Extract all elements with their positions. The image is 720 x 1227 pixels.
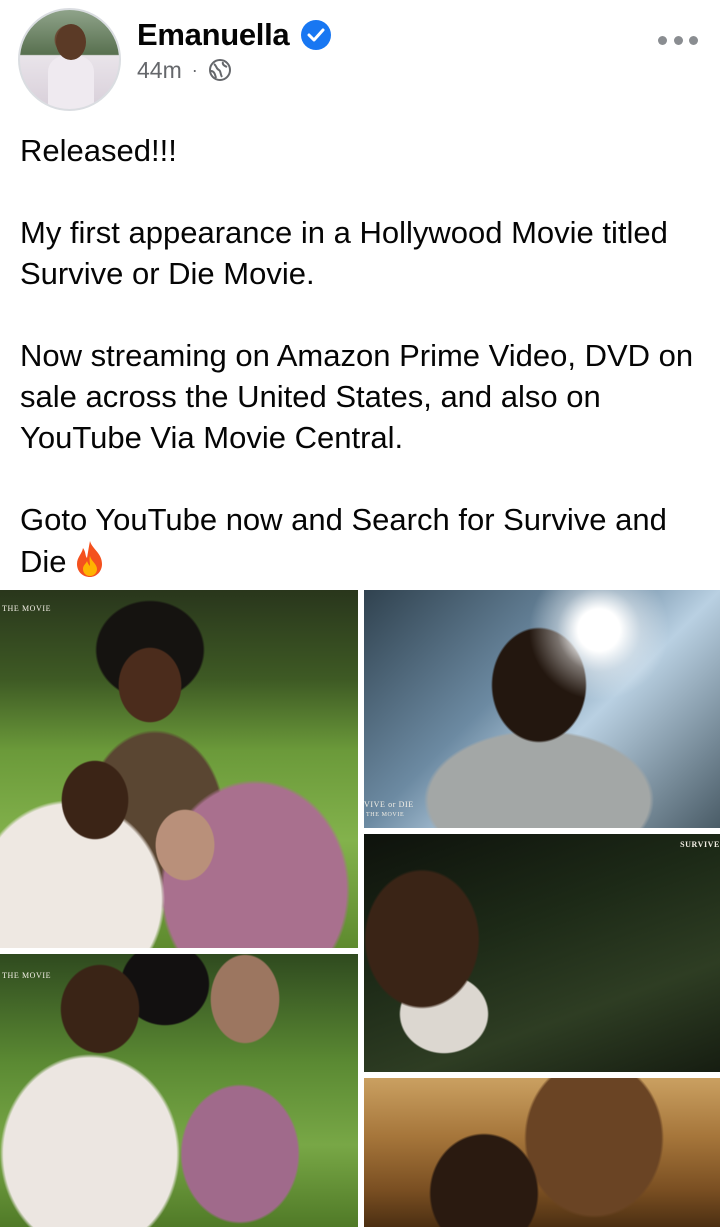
post-text: Released!!! My first appearance in a Hol… bbox=[20, 133, 694, 579]
post-timestamp[interactable]: 44m bbox=[137, 57, 182, 84]
photo-5[interactable] bbox=[364, 1078, 720, 1227]
verified-badge-icon bbox=[301, 20, 332, 50]
more-dot bbox=[658, 35, 667, 45]
photo-2[interactable]: VIVE or DIE THE MOVIE bbox=[364, 590, 720, 828]
post-meta: 44m · bbox=[137, 56, 232, 84]
more-options-icon[interactable] bbox=[658, 28, 698, 52]
photo-caption-sub: THE MOVIE bbox=[366, 812, 405, 818]
post-body: Released!!! My first appearance in a Hol… bbox=[20, 130, 710, 582]
photo-caption: THE MOVIE bbox=[2, 971, 52, 980]
avatar-shirt bbox=[48, 56, 94, 109]
author-name[interactable]: Emanuella bbox=[137, 17, 290, 53]
fire-emoji-icon bbox=[73, 540, 107, 578]
post-header: Emanuella 44m · bbox=[0, 0, 720, 120]
photo-grid: THE MOVIE VIVE or DIE THE MOVIE SURVIVE … bbox=[0, 590, 720, 1227]
photo-caption: THE MOVIE bbox=[2, 604, 52, 613]
more-dot bbox=[673, 35, 683, 45]
meta-separator: · bbox=[191, 59, 198, 80]
author-row: Emanuella bbox=[137, 15, 332, 55]
photo-4[interactable]: THE MOVIE bbox=[0, 954, 358, 1227]
photo-3[interactable]: SURVIVE bbox=[364, 834, 720, 1072]
globe-icon[interactable] bbox=[208, 58, 232, 82]
avatar-face bbox=[56, 24, 86, 60]
more-dot bbox=[689, 35, 698, 45]
author-avatar[interactable] bbox=[18, 8, 121, 111]
photo-1[interactable]: THE MOVIE bbox=[0, 590, 358, 948]
photo-caption: SURVIVE bbox=[680, 840, 720, 849]
photo-caption: VIVE or DIE bbox=[364, 800, 414, 809]
